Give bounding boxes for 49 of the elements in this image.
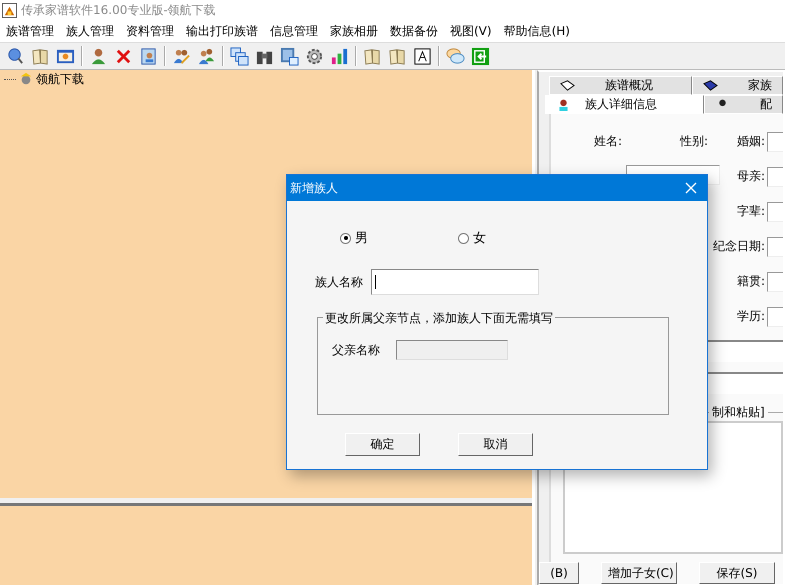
- menu-item[interactable]: 数据备份: [390, 22, 438, 40]
- person-icon[interactable]: [89, 46, 108, 66]
- menu-item[interactable]: 资料管理: [126, 22, 174, 40]
- name-field[interactable]: [371, 269, 539, 295]
- document-icon[interactable]: [413, 46, 432, 66]
- tab[interactable]: 族谱概况: [549, 76, 692, 95]
- field-label: 父亲名称: [332, 342, 380, 358]
- group-title: 更改所属父亲节点，添加族人下面无需填写: [323, 310, 555, 327]
- action-button[interactable]: 保存(S): [699, 562, 775, 584]
- field-label: 母亲:: [736, 169, 765, 183]
- radio-label[interactable]: 女: [473, 229, 486, 247]
- people-icon[interactable]: [197, 46, 216, 66]
- windows-icon[interactable]: [230, 46, 249, 66]
- menu-item[interactable]: 帮助信息(H): [504, 22, 570, 40]
- tree-item[interactable]: 领航下载: [36, 70, 84, 88]
- field-label: 学历:: [736, 309, 765, 323]
- field-label: 姓名:: [594, 134, 622, 148]
- menu-item[interactable]: 族人管理: [66, 22, 114, 40]
- menu-item[interactable]: 族谱管理: [6, 22, 54, 40]
- gear-icon[interactable]: [305, 46, 324, 66]
- dialog-button[interactable]: 确定: [345, 433, 420, 456]
- action-button[interactable]: (B): [539, 562, 579, 584]
- tab[interactable]: 配: [704, 95, 783, 114]
- action-button[interactable]: 增加子女(C): [601, 562, 677, 584]
- field-label: 籍贯:: [736, 274, 765, 288]
- family-icon: [19, 72, 33, 86]
- field-label: 婚姻:: [736, 134, 765, 148]
- field-label: 字辈:: [736, 204, 765, 218]
- card-icon[interactable]: [139, 46, 158, 66]
- menu-item[interactable]: 信息管理: [270, 22, 318, 40]
- tab[interactable]: 家族: [692, 76, 783, 95]
- exit-icon[interactable]: [471, 46, 490, 66]
- close-icon[interactable]: [685, 182, 697, 194]
- dialog-button[interactable]: 取消: [458, 433, 533, 456]
- radio-label[interactable]: 男: [355, 229, 368, 247]
- menu-item[interactable]: 家族相册: [330, 22, 378, 40]
- dialog-title: 新增族人: [290, 180, 338, 196]
- field-label: 族人名称: [315, 274, 363, 290]
- menu-item[interactable]: 输出打印族谱: [186, 22, 258, 40]
- window-title: 传承家谱软件16.00专业版-领航下载: [21, 2, 216, 18]
- menu-item[interactable]: 视图(V): [450, 22, 492, 40]
- group-title: 制和粘贴]: [709, 404, 768, 421]
- chat-icon[interactable]: [446, 46, 465, 66]
- field-label: 性别:: [680, 134, 708, 148]
- radio-button[interactable]: [458, 232, 469, 244]
- radio-button[interactable]: [340, 232, 351, 244]
- bar-chart-icon[interactable]: [330, 46, 349, 66]
- field-label: 纪念日期:: [712, 239, 765, 253]
- tab[interactable]: 族人详细信息: [545, 95, 704, 114]
